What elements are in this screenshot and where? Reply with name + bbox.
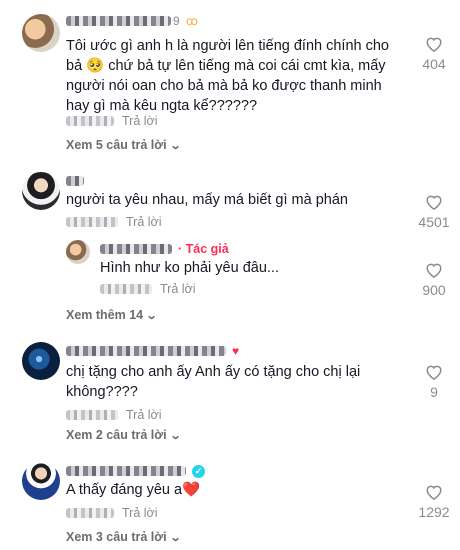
username-blurred	[66, 346, 226, 356]
avatar[interactable]	[22, 172, 60, 210]
username[interactable]: · Tác giả	[100, 242, 229, 256]
timestamp-blurred	[66, 410, 118, 420]
username[interactable]: 9 ꝏ	[66, 14, 198, 28]
comment-text: A thấy đáng yêu a❤️	[66, 482, 201, 498]
avatar[interactable]	[22, 462, 60, 500]
comment-meta: Trả lời	[66, 215, 162, 229]
timestamp-blurred	[66, 116, 114, 126]
comment-1: 9 ꝏ Tôi ước gì anh h là người lên tiếng …	[0, 0, 460, 160]
comment-4: ✓ A thấy đáng yêu a❤️ Trả lời 1292 Xem 3…	[0, 450, 460, 550]
comment-text: người ta yêu nhau, mấy má biết gì mà phá…	[66, 192, 348, 208]
like-count: 1292	[418, 504, 450, 520]
comment-meta: Trả lời	[66, 114, 158, 128]
username[interactable]	[66, 174, 84, 188]
heart-outline-icon	[426, 263, 442, 278]
view-more-replies-button[interactable]: Xem thêm 14 ⌄	[66, 308, 158, 322]
timestamp-blurred	[66, 508, 114, 518]
reply-button[interactable]: Trả lời	[122, 506, 158, 520]
avatar[interactable]	[66, 240, 90, 264]
username-blurred	[66, 466, 186, 476]
like-count: 4501	[418, 214, 450, 230]
heart-outline-icon	[426, 485, 442, 500]
view-replies-label: Xem 3 câu trả lời	[66, 530, 167, 544]
username-suffix: 9	[173, 14, 180, 28]
heart-outline-icon	[426, 195, 442, 210]
like-button[interactable]: 9	[414, 364, 454, 400]
heart-emoji-icon: ♥	[232, 344, 240, 358]
comment-text: chị tặng cho anh ấy Anh ấy có tặng cho c…	[66, 364, 361, 400]
username[interactable]: ♥	[66, 344, 239, 358]
heart-outline-icon	[426, 365, 442, 380]
chevron-down-icon: ⌄	[169, 531, 182, 544]
view-replies-button[interactable]: Xem 5 câu trả lời ⌄	[66, 138, 182, 152]
comment-2: người ta yêu nhau, mấy má biết gì mà phá…	[0, 160, 460, 330]
view-replies-label: Xem 2 câu trả lời	[66, 428, 167, 442]
like-button[interactable]: 900	[414, 262, 454, 298]
username-blurred	[100, 244, 172, 254]
timestamp-blurred	[100, 284, 152, 294]
view-replies-button[interactable]: Xem 3 câu trả lời ⌄	[66, 530, 182, 544]
comment-meta: Trả lời	[66, 408, 162, 422]
reply-button[interactable]: Trả lời	[122, 114, 158, 128]
timestamp-blurred	[66, 217, 118, 227]
view-replies-label: Xem thêm 14	[66, 308, 144, 322]
reply-button[interactable]: Trả lời	[126, 215, 162, 229]
heart-outline-icon	[426, 37, 442, 52]
username-blurred	[66, 16, 171, 26]
chevron-down-icon: ⌄	[145, 309, 158, 322]
author-tag: · Tác giả	[178, 242, 229, 256]
chevron-down-icon: ⌄	[169, 139, 182, 152]
username[interactable]: ✓	[66, 464, 205, 478]
username-blurred	[66, 176, 84, 186]
like-button[interactable]: 1292	[414, 484, 454, 520]
reply-text: Hình như ko phải yêu đâu...	[100, 260, 279, 276]
emoji-icon: ꝏ	[185, 14, 198, 28]
verified-badge-icon: ✓	[192, 464, 205, 478]
like-count: 900	[422, 282, 446, 298]
view-replies-button[interactable]: Xem 2 câu trả lời ⌄	[66, 428, 182, 442]
reply-1: · Tác giả Hình như ko phải yêu đâu... Tr…	[0, 238, 460, 308]
comment-meta: Trả lời	[66, 506, 158, 520]
reply-button[interactable]: Trả lời	[126, 408, 162, 422]
reply-button[interactable]: Trả lời	[160, 282, 196, 296]
reply-meta: Trả lời	[100, 282, 196, 296]
avatar[interactable]	[22, 14, 60, 52]
comment-text: Tôi ước gì anh h là người lên tiếng đính…	[66, 38, 389, 114]
like-button[interactable]: 404	[414, 36, 454, 72]
chevron-down-icon: ⌄	[169, 429, 182, 442]
avatar[interactable]	[22, 342, 60, 380]
like-button[interactable]: 4501	[414, 194, 454, 230]
comment-3: ♥ chị tặng cho anh ấy Anh ấy có tặng cho…	[0, 330, 460, 450]
view-replies-label: Xem 5 câu trả lời	[66, 138, 167, 152]
like-count: 404	[422, 56, 446, 72]
like-count: 9	[430, 384, 438, 400]
